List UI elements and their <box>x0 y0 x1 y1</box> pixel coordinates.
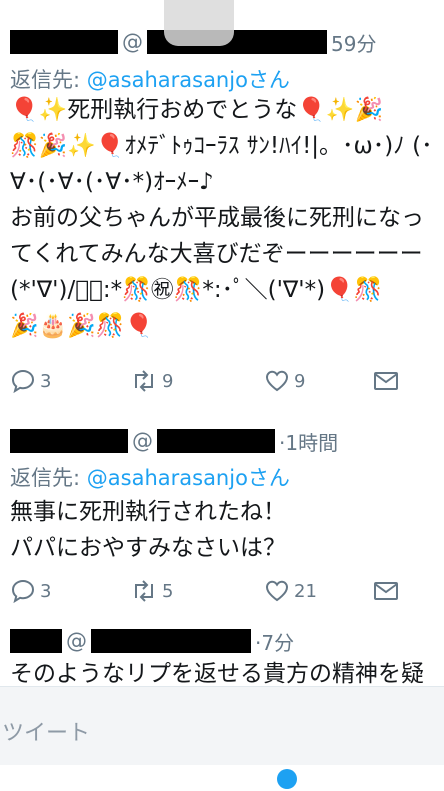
tweet-text-line: (*'∇')/ﾟ･:*🎊㊗🎊*:･ﾟ＼('∇'*)🎈🎊 <box>10 277 383 303</box>
envelope-icon <box>374 582 398 600</box>
at-symbol: @ <box>132 429 153 453</box>
tweet-text-line: そのようなリプを返せる貴方の精神を疑 <box>10 661 424 686</box>
redacted-display-name <box>10 629 62 653</box>
retweet-icon <box>135 370 153 392</box>
at-symbol: @ <box>122 30 143 54</box>
compose-toolbar <box>0 765 444 791</box>
reply-icon <box>11 579 35 604</box>
tweet-text-line: 無事に死刑執行されたね！ <box>10 499 286 525</box>
message-button[interactable] <box>372 578 400 604</box>
like-count: 9 <box>294 370 306 392</box>
reply-to: 返信先: @asaharasanjoさん <box>10 64 290 94</box>
tweet-header: @ ·1時間 <box>10 424 444 458</box>
reply-to-handle[interactable]: @asaharasanjoさん <box>87 466 290 490</box>
tweet-text-line: てくれてみんな大喜びだぞーーーーーー <box>10 241 423 267</box>
tweet-text: 無事に死刑執行されたね！ パパにおやすみなさいは？ <box>10 494 438 566</box>
tweet-text: 🎈✨死刑執行おめでとうな🎈✨🎉 🎊🎉✨🎈ｵﾒﾃﾞﾄｩｺｰﾗｽ ｻﾝ!ﾊｲ!|。･… <box>10 92 438 344</box>
redacted-display-name <box>10 30 118 54</box>
tweet-text-line: ∀･(･∀･(･∀･*)ｵｰﾒｰ♪ <box>10 169 214 195</box>
reply-to-handle[interactable]: @asaharasanjoさん <box>87 68 290 92</box>
retweet-button[interactable]: 5 <box>130 578 173 604</box>
tweet-compose-input[interactable]: ツイート <box>0 687 444 765</box>
reply-button[interactable]: 3 <box>10 578 51 604</box>
like-button[interactable]: 21 <box>264 578 317 604</box>
tweet-text-line: お前の父ちゃんが平成最後に死刑になっ <box>10 205 424 231</box>
tweet[interactable]: @ ·7分 そのようなリプを返せる貴方の精神を疑 <box>0 622 444 686</box>
compose-placeholder: ツイート <box>2 721 91 746</box>
reply-button[interactable]: 3 <box>10 368 51 394</box>
tweet-actions: 3 5 21 <box>10 578 424 608</box>
redacted-display-name <box>10 429 128 453</box>
retweet-count: 9 <box>162 370 174 392</box>
reply-to-label: 返信先: <box>10 466 87 490</box>
reply-count: 3 <box>40 370 52 392</box>
tweet[interactable]: @ 59分 返信先: @asaharasanjoさん 🎈✨死刑執行おめでとうな🎈… <box>0 0 444 412</box>
tweet-text: そのようなリプを返せる貴方の精神を疑 <box>10 656 438 686</box>
reply-icon <box>11 369 35 394</box>
tweet-text-line: 🎉🎂🎉🎊🎈 <box>10 313 154 339</box>
tweet-time: ·1時間 <box>279 430 339 455</box>
retweet-count: 5 <box>162 580 174 602</box>
envelope-icon <box>374 372 398 390</box>
retweet-button[interactable]: 9 <box>130 368 173 394</box>
scroll-indicator <box>164 0 234 46</box>
reply-to-label: 返信先: <box>10 68 87 92</box>
redacted-username <box>91 629 251 653</box>
at-symbol: @ <box>66 629 87 653</box>
tweet-header: @ ·7分 <box>10 624 444 658</box>
compose-bar: ツイート <box>0 686 444 791</box>
tweet-actions: 3 9 9 <box>10 368 424 398</box>
tweet-text-line: パパにおやすみなさいは？ <box>10 535 286 561</box>
retweet-icon <box>135 580 153 602</box>
like-button[interactable]: 9 <box>264 368 305 394</box>
reply-count: 3 <box>40 580 52 602</box>
reply-to: 返信先: @asaharasanjoさん <box>10 462 290 492</box>
tweet-time: ·7分 <box>255 630 295 655</box>
tweet-text-line: 🎊🎉✨🎈ｵﾒﾃﾞﾄｩｺｰﾗｽ ｻﾝ!ﾊｲ!|。･ω･)ﾉ (･ <box>10 133 433 159</box>
tweet-text-line: 🎈✨死刑執行おめでとうな🎈✨🎉 <box>10 97 384 123</box>
tweet[interactable]: @ ·1時間 返信先: @asaharasanjoさん 無事に死刑執行されたね！… <box>0 412 444 622</box>
redacted-username <box>157 429 275 453</box>
message-button[interactable] <box>372 368 400 394</box>
like-count: 21 <box>294 580 317 602</box>
heart-icon <box>265 370 289 392</box>
heart-icon <box>265 580 289 602</box>
tweet-time: 59分 <box>331 31 377 56</box>
notification-dot <box>277 769 297 789</box>
